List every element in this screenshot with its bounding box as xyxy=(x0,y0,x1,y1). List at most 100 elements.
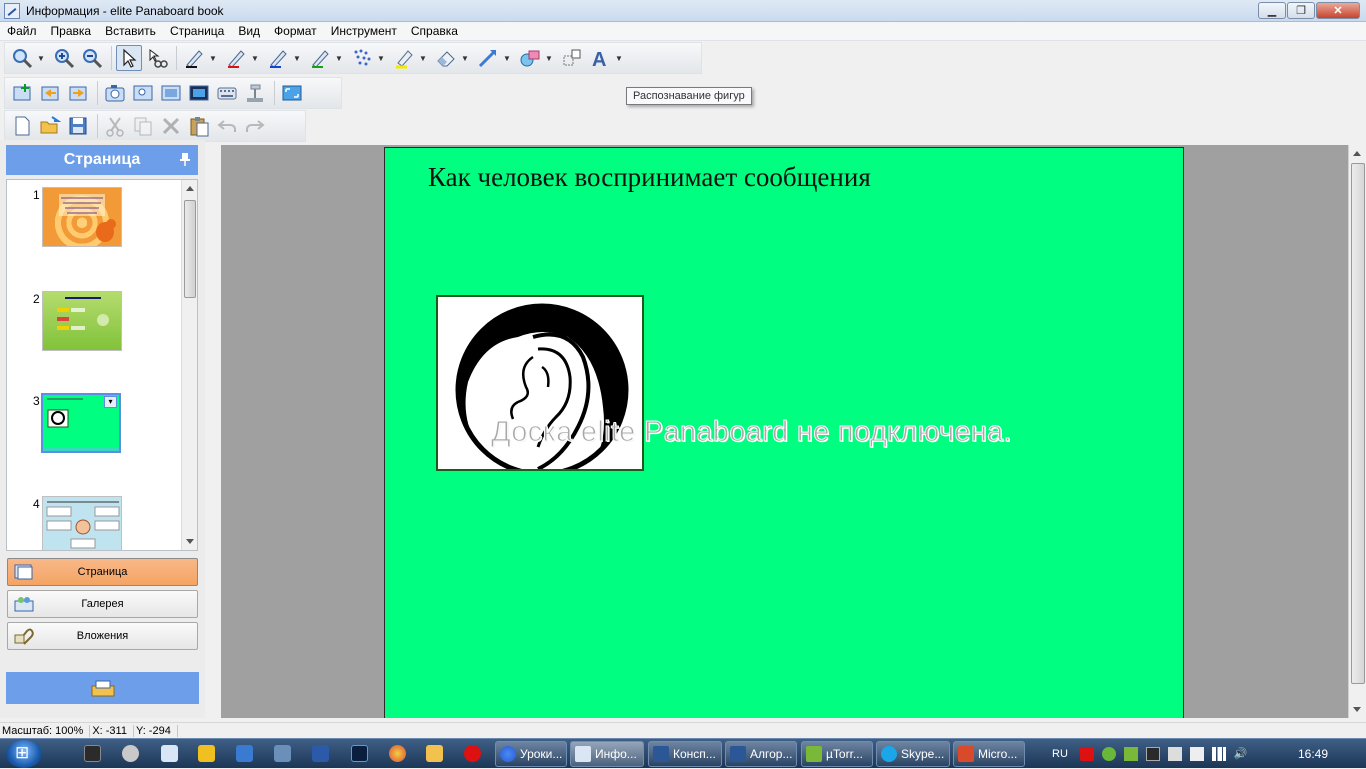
keyboard-button[interactable] xyxy=(214,80,240,106)
menu-insert[interactable]: Вставить xyxy=(98,24,163,38)
shape-recognition-button[interactable] xyxy=(559,45,585,71)
capture-button[interactable] xyxy=(102,80,128,106)
capture-area-button[interactable] xyxy=(130,80,156,106)
tab-attachments[interactable]: Вложения xyxy=(7,622,198,650)
speaker-icon[interactable]: 🔊 xyxy=(1234,747,1248,761)
capture-screen-button[interactable] xyxy=(186,80,212,106)
pen-black-button[interactable] xyxy=(181,45,207,71)
utorrent-tray-icon[interactable] xyxy=(1123,747,1138,761)
select-button[interactable] xyxy=(116,45,142,71)
menu-view[interactable]: Вид xyxy=(231,24,267,38)
capture-window-button[interactable] xyxy=(158,80,184,106)
line-dropdown[interactable]: ▼ xyxy=(503,54,513,63)
task-word-1[interactable]: Консп... xyxy=(648,741,722,767)
antivirus-icon[interactable] xyxy=(1079,747,1094,761)
redo-button[interactable] xyxy=(242,113,268,139)
network-icon[interactable] xyxy=(236,745,253,762)
download-icon[interactable] xyxy=(198,745,215,762)
task-microsoft[interactable]: Micro... xyxy=(953,741,1025,767)
fullscreen-button[interactable] xyxy=(279,80,305,106)
device-icon[interactable] xyxy=(274,745,291,762)
pen-black-dropdown[interactable]: ▼ xyxy=(209,54,219,63)
task-chrome[interactable]: Уроки... xyxy=(495,741,567,767)
spray-pen-dropdown[interactable]: ▼ xyxy=(377,54,387,63)
page-thumbnail-2[interactable] xyxy=(42,291,122,351)
lasso-select-button[interactable] xyxy=(144,45,170,71)
tab-gallery[interactable]: Галерея xyxy=(7,590,198,618)
panel-toggle-button[interactable] xyxy=(6,672,199,704)
scroll-down-arrow-icon[interactable] xyxy=(186,539,194,544)
thumbnail-menu-icon[interactable]: ▾ xyxy=(104,396,117,408)
menu-help[interactable]: Справка xyxy=(404,24,465,38)
display-icon[interactable] xyxy=(1145,747,1160,761)
task-skype[interactable]: Skype... xyxy=(876,741,950,767)
open-file-button[interactable] xyxy=(37,113,63,139)
menu-edit[interactable]: Правка xyxy=(44,24,99,38)
scroll-up-arrow-icon[interactable] xyxy=(186,186,194,191)
disc-icon[interactable] xyxy=(122,745,139,762)
cut-button[interactable] xyxy=(102,113,128,139)
text-button[interactable]: A xyxy=(587,45,613,71)
pen-green-dropdown[interactable]: ▼ xyxy=(335,54,345,63)
shapes-dropdown[interactable]: ▼ xyxy=(545,54,555,63)
folder-icon[interactable] xyxy=(426,745,443,762)
scroll-up-arrow-icon[interactable] xyxy=(1353,151,1361,156)
scroll-down-arrow-icon[interactable] xyxy=(1353,707,1361,712)
restore-button[interactable]: ❐ xyxy=(1287,2,1315,19)
menu-tools[interactable]: Инструмент xyxy=(324,24,404,38)
line-button[interactable] xyxy=(475,45,501,71)
zoom-in-button[interactable] xyxy=(51,45,77,71)
undo-button[interactable] xyxy=(214,113,240,139)
opera-icon[interactable] xyxy=(464,745,481,762)
minimize-button[interactable]: ▁ xyxy=(1258,2,1286,19)
menu-page[interactable]: Страница xyxy=(163,24,231,38)
document-camera-button[interactable] xyxy=(242,80,268,106)
signal-icon[interactable] xyxy=(1211,747,1226,761)
terminal-icon[interactable] xyxy=(84,745,101,762)
pen-red-button[interactable] xyxy=(223,45,249,71)
shapes-button[interactable] xyxy=(517,45,543,71)
eraser-dropdown[interactable]: ▼ xyxy=(461,54,471,63)
previous-page-button[interactable] xyxy=(37,80,63,106)
copy-button[interactable] xyxy=(130,113,156,139)
language-indicator[interactable]: RU xyxy=(1052,748,1068,760)
magnifier-dropdown[interactable]: ▼ xyxy=(37,54,47,63)
new-page-button[interactable] xyxy=(9,80,35,106)
pin-icon[interactable] xyxy=(180,152,190,166)
text-dropdown[interactable]: ▼ xyxy=(615,54,625,63)
whiteboard-page[interactable]: Как человек воспринимает сообщения Доска… xyxy=(384,147,1184,718)
page-thumbnail-1[interactable] xyxy=(42,187,122,247)
check-icon[interactable] xyxy=(1101,747,1116,761)
panaboard-icon[interactable] xyxy=(312,745,329,762)
new-file-button[interactable] xyxy=(9,113,35,139)
task-panaboard[interactable]: Инфо... xyxy=(570,741,644,767)
highlighter-dropdown[interactable]: ▼ xyxy=(419,54,429,63)
pen-red-dropdown[interactable]: ▼ xyxy=(251,54,261,63)
zoom-out-button[interactable] xyxy=(79,45,105,71)
start-button[interactable] xyxy=(6,740,42,768)
save-button[interactable] xyxy=(65,113,91,139)
task-word-2[interactable]: Алгор... xyxy=(725,741,797,767)
tab-page[interactable]: Страница xyxy=(7,558,198,586)
pen-blue-button[interactable] xyxy=(265,45,291,71)
eraser-button[interactable] xyxy=(433,45,459,71)
paste-button[interactable] xyxy=(186,113,212,139)
task-utorrent[interactable]: µTorr... xyxy=(801,741,873,767)
flag-icon[interactable] xyxy=(1167,747,1182,761)
photoshop-icon[interactable] xyxy=(351,745,368,762)
thumbnails-scrollbar[interactable] xyxy=(181,180,197,550)
pen-green-button[interactable] xyxy=(307,45,333,71)
calculator-icon[interactable] xyxy=(161,745,178,762)
page-title[interactable]: Как человек воспринимает сообщения xyxy=(428,162,871,193)
clock[interactable]: 16:49 xyxy=(1298,747,1328,761)
canvas-scrollbar[interactable] xyxy=(1348,145,1366,718)
delete-button[interactable] xyxy=(158,113,184,139)
menu-format[interactable]: Формат xyxy=(267,24,324,38)
spray-pen-button[interactable] xyxy=(349,45,375,71)
next-page-button[interactable] xyxy=(65,80,91,106)
highlighter-button[interactable] xyxy=(391,45,417,71)
pen-blue-dropdown[interactable]: ▼ xyxy=(293,54,303,63)
page-thumbnail-3[interactable]: ▾ xyxy=(41,393,121,453)
close-button[interactable]: ✕ xyxy=(1316,2,1360,19)
magnifier-button[interactable] xyxy=(9,45,35,71)
